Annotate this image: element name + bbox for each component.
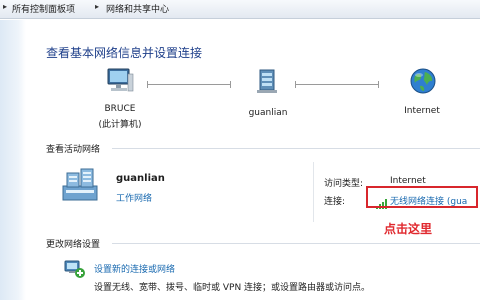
breadcrumb-arrow-icon[interactable]: ▸ [95, 2, 99, 11]
active-networks-heading: 查看活动网络 [46, 145, 101, 155]
left-pane-strip [0, 20, 26, 300]
breadcrumb-item-network-center[interactable]: 网络和共享中心 [106, 2, 169, 15]
network-name: guanlian [248, 108, 288, 118]
network-house-icon [60, 164, 100, 204]
globe-icon[interactable] [408, 66, 438, 96]
section-divider [112, 243, 480, 244]
map-link-computer-network [147, 81, 231, 88]
address-bar: ▸ 所有控制面板项 ▸ 网络和共享中心 [0, 0, 480, 19]
network-icon[interactable] [254, 66, 280, 96]
column-divider [313, 162, 314, 222]
network-type-link[interactable]: 工作网络 [116, 191, 152, 204]
page-title: 查看基本网络信息并设置连接 [46, 46, 203, 60]
breadcrumb-item-control-panel[interactable]: 所有控制面板项 [12, 2, 75, 15]
internet-label: Internet [404, 106, 440, 116]
computer-icon [105, 66, 135, 96]
setup-new-connection-description: 设置无线、宽带、拨号、临时或 VPN 连接；或设置路由器或访问点。 [94, 283, 371, 293]
computer-subtitle: (此计算机) [98, 120, 142, 130]
breadcrumb-arrow-icon[interactable]: ▸ [3, 2, 7, 11]
active-network-name: guanlian [116, 173, 165, 184]
access-type-value: Internet [390, 176, 426, 186]
new-connection-icon[interactable] [62, 256, 86, 280]
change-settings-heading: 更改网络设置 [46, 240, 101, 250]
map-link-network-internet [295, 81, 379, 88]
section-divider [112, 148, 480, 149]
access-type-label: 访问类型: [324, 179, 364, 189]
connections-label: 连接: [324, 197, 346, 207]
setup-new-connection-link[interactable]: 设置新的连接或网络 [94, 262, 175, 275]
computer-name: BRUCE [104, 104, 136, 114]
annotation-highlight-box [366, 186, 478, 208]
annotation-text: 点击这里 [384, 222, 433, 236]
